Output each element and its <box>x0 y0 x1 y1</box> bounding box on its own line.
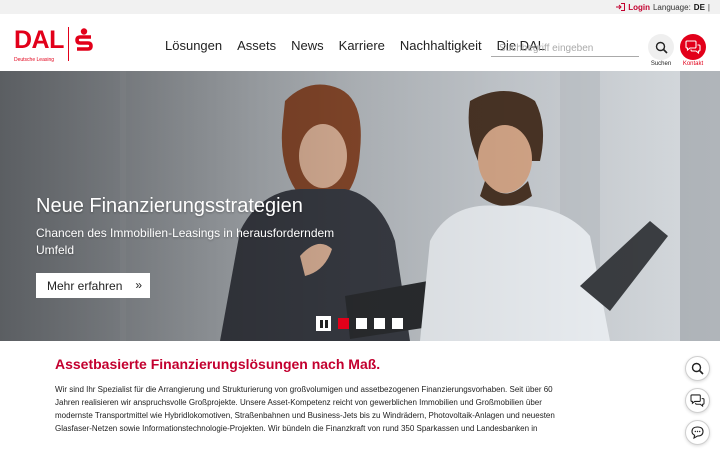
sparkasse-s-icon <box>75 28 93 51</box>
nav-item-assets[interactable]: Assets <box>237 38 276 53</box>
logo-divider <box>68 27 69 61</box>
slider-controls <box>316 316 403 331</box>
main-nav: Lösungen Assets News Karriere Nachhaltig… <box>165 38 545 53</box>
page: Login Language: DE | DAL Deutsche Leasin… <box>0 0 720 450</box>
pause-icon-bar <box>319 319 323 328</box>
hero-subtitle: Chancen des Immobilien-Leasings in herau… <box>36 226 335 257</box>
slide-dot-1[interactable] <box>338 318 349 329</box>
slide-dot-2[interactable] <box>356 318 367 329</box>
chat-bubbles-icon <box>690 394 705 407</box>
nav-item-nachhaltigkeit[interactable]: Nachhaltigkeit <box>400 38 482 53</box>
slide-dot-4[interactable] <box>392 318 403 329</box>
search-button-label: Suchen <box>650 61 672 67</box>
magnifier-icon <box>655 41 668 54</box>
chat-bubble-icon <box>691 426 704 439</box>
side-kontakt-button[interactable] <box>685 388 710 413</box>
hero-title: Neue Finanzierungsstrategien <box>36 195 303 217</box>
kontakt-button-label: Kontakt <box>682 61 704 67</box>
chat-bubbles-icon <box>685 40 701 54</box>
hero-slider: Neue Finanzierungsstrategien Chancen des… <box>0 71 720 341</box>
login-link[interactable]: Login <box>616 3 650 12</box>
login-label: Login <box>628 2 650 12</box>
site-header: DAL Deutsche Leasing Lösungen Assets New… <box>0 14 720 71</box>
pause-button[interactable] <box>316 316 331 331</box>
section-title: Assetbasierte Finanzierungslösungen nach… <box>55 356 381 372</box>
side-chat-button[interactable] <box>685 420 710 445</box>
login-arrow-icon <box>616 3 626 11</box>
language-switch[interactable]: DE <box>694 3 705 12</box>
slide-dot-3[interactable] <box>374 318 385 329</box>
kontakt-button[interactable] <box>680 34 706 60</box>
magnifier-icon <box>691 362 704 375</box>
nav-item-news[interactable]: News <box>291 38 324 53</box>
nav-item-karriere[interactable]: Karriere <box>339 38 385 53</box>
language-label: Language: <box>652 2 691 12</box>
logo-brand: DAL <box>14 26 64 54</box>
search-button[interactable] <box>648 34 674 60</box>
utility-bar: Login Language: DE | <box>0 0 720 14</box>
logo-subtitle: Deutsche Leasing <box>14 57 55 63</box>
side-search-button[interactable] <box>685 356 710 381</box>
search-input[interactable] <box>491 41 639 57</box>
cta-label: Mehr erfahren <box>47 278 123 293</box>
nav-item-loesungen[interactable]: Lösungen <box>165 38 222 53</box>
dal-logo[interactable]: DAL Deutsche Leasing <box>14 26 98 63</box>
topbar-separator: | <box>707 2 710 12</box>
double-chevron-right-icon: » <box>135 278 142 292</box>
mehr-erfahren-button[interactable]: Mehr erfahren » <box>36 273 150 298</box>
section-body: Wir sind Ihr Spezialist für die Arrangie… <box>55 385 555 433</box>
pause-icon-bar <box>324 319 328 328</box>
